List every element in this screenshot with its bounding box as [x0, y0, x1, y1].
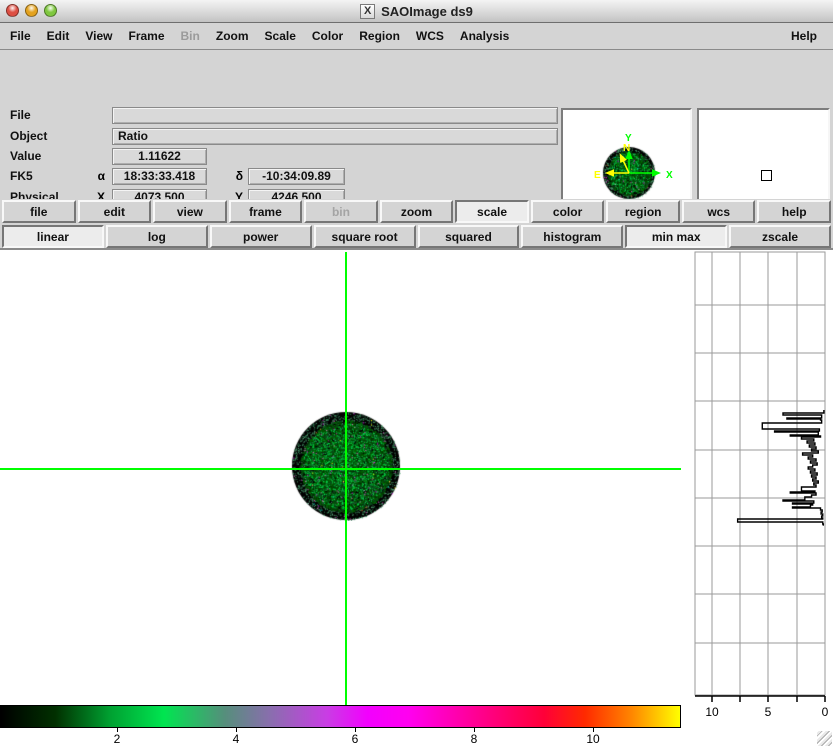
- info-object-value: Ratio: [112, 128, 558, 145]
- button-squared[interactable]: squared: [418, 225, 520, 248]
- colorbar-tick-label: 10: [578, 732, 608, 746]
- ds9-window: X SAOImage ds9 File Edit View Frame Bin …: [0, 0, 833, 747]
- button-frame[interactable]: frame: [229, 200, 303, 223]
- colorbar-tick-label: 2: [102, 732, 132, 746]
- button-file[interactable]: file: [2, 200, 76, 223]
- menu-bar: File Edit View Frame Bin Zoom Scale Colo…: [0, 23, 833, 50]
- button-view[interactable]: view: [153, 200, 227, 223]
- menu-region[interactable]: Region: [351, 29, 408, 43]
- window-title-group: X SAOImage ds9: [360, 4, 473, 19]
- info-file-label: File: [10, 107, 31, 123]
- panner-n-label: N: [623, 143, 630, 154]
- panner-x-label: X: [666, 170, 673, 181]
- resize-grip[interactable]: [817, 731, 832, 746]
- info-value-label: Value: [10, 148, 41, 164]
- x11-icon: X: [360, 4, 375, 19]
- info-file-value: [112, 107, 558, 124]
- histogram-axis-label: 0: [822, 705, 829, 719]
- menu-analysis[interactable]: Analysis: [452, 29, 517, 43]
- scale-button-row: linear log power square root squared his…: [0, 224, 833, 249]
- info-fk5-label: FK5: [10, 168, 33, 184]
- button-wcs[interactable]: wcs: [682, 200, 756, 223]
- button-linear[interactable]: linear: [2, 225, 104, 248]
- minimize-button[interactable]: [25, 4, 38, 17]
- info-object-label: Object: [10, 128, 47, 144]
- title-bar[interactable]: X SAOImage ds9: [0, 0, 833, 23]
- menu-zoom[interactable]: Zoom: [208, 29, 257, 43]
- histogram-axis-label: 10: [705, 705, 719, 719]
- task-button-row: file edit view frame bin zoom scale colo…: [0, 199, 833, 224]
- menu-view[interactable]: View: [77, 29, 120, 43]
- panner-e-label: E: [594, 170, 601, 181]
- window-title: SAOImage ds9: [381, 4, 473, 19]
- button-edit[interactable]: edit: [78, 200, 152, 223]
- crosshair-horizontal: [0, 468, 681, 470]
- menu-help[interactable]: Help: [783, 29, 825, 43]
- info-panel: File Object Ratio Value 1.11622 FK5 α 18…: [0, 50, 833, 199]
- button-log[interactable]: log: [106, 225, 208, 248]
- button-zscale[interactable]: zscale: [729, 225, 831, 248]
- info-ra-value: 18:33:33.418: [112, 168, 207, 185]
- menu-scale[interactable]: Scale: [257, 29, 304, 43]
- button-square-root[interactable]: square root: [314, 225, 416, 248]
- colorbar-tick-label: 4: [221, 732, 251, 746]
- menu-edit[interactable]: Edit: [39, 29, 78, 43]
- button-color[interactable]: color: [531, 200, 605, 223]
- button-min-max[interactable]: min max: [625, 225, 727, 248]
- menu-bin: Bin: [173, 29, 208, 43]
- menu-frame[interactable]: Frame: [120, 29, 172, 43]
- panner-north-arrow: [621, 156, 629, 173]
- histogram-axis-label: 5: [765, 705, 772, 719]
- colorbar-tick-label: 8: [459, 732, 489, 746]
- alpha-symbol: α: [52, 168, 105, 184]
- colorbar-ticks: 2 4 6 8 10: [0, 728, 681, 747]
- crosshair-vertical: [345, 252, 347, 705]
- button-histogram[interactable]: histogram: [521, 225, 623, 248]
- button-zoom[interactable]: zoom: [380, 200, 454, 223]
- image-display-area: 10 5 0 2 4 6 8 10: [0, 248, 833, 747]
- button-scale[interactable]: scale: [455, 200, 529, 223]
- zoom-button[interactable]: [44, 4, 57, 17]
- colorbar-tick-label: 6: [340, 732, 370, 746]
- menu-color[interactable]: Color: [304, 29, 351, 43]
- colorbar[interactable]: [0, 705, 681, 728]
- button-help[interactable]: help: [757, 200, 831, 223]
- magnifier-cursor-box: [761, 170, 772, 181]
- info-value-value: 1.11622: [112, 148, 207, 165]
- button-bin: bin: [304, 200, 378, 223]
- button-power[interactable]: power: [210, 225, 312, 248]
- delta-symbol: δ: [196, 168, 243, 184]
- menu-wcs[interactable]: WCS: [408, 29, 452, 43]
- close-button[interactable]: [6, 4, 19, 17]
- button-region[interactable]: region: [606, 200, 680, 223]
- window-controls: [6, 4, 57, 17]
- menu-file[interactable]: File: [2, 29, 39, 43]
- pixel-distribution-graph: 10 5 0: [688, 250, 833, 725]
- info-dec-value: -10:34:09.89: [248, 168, 345, 185]
